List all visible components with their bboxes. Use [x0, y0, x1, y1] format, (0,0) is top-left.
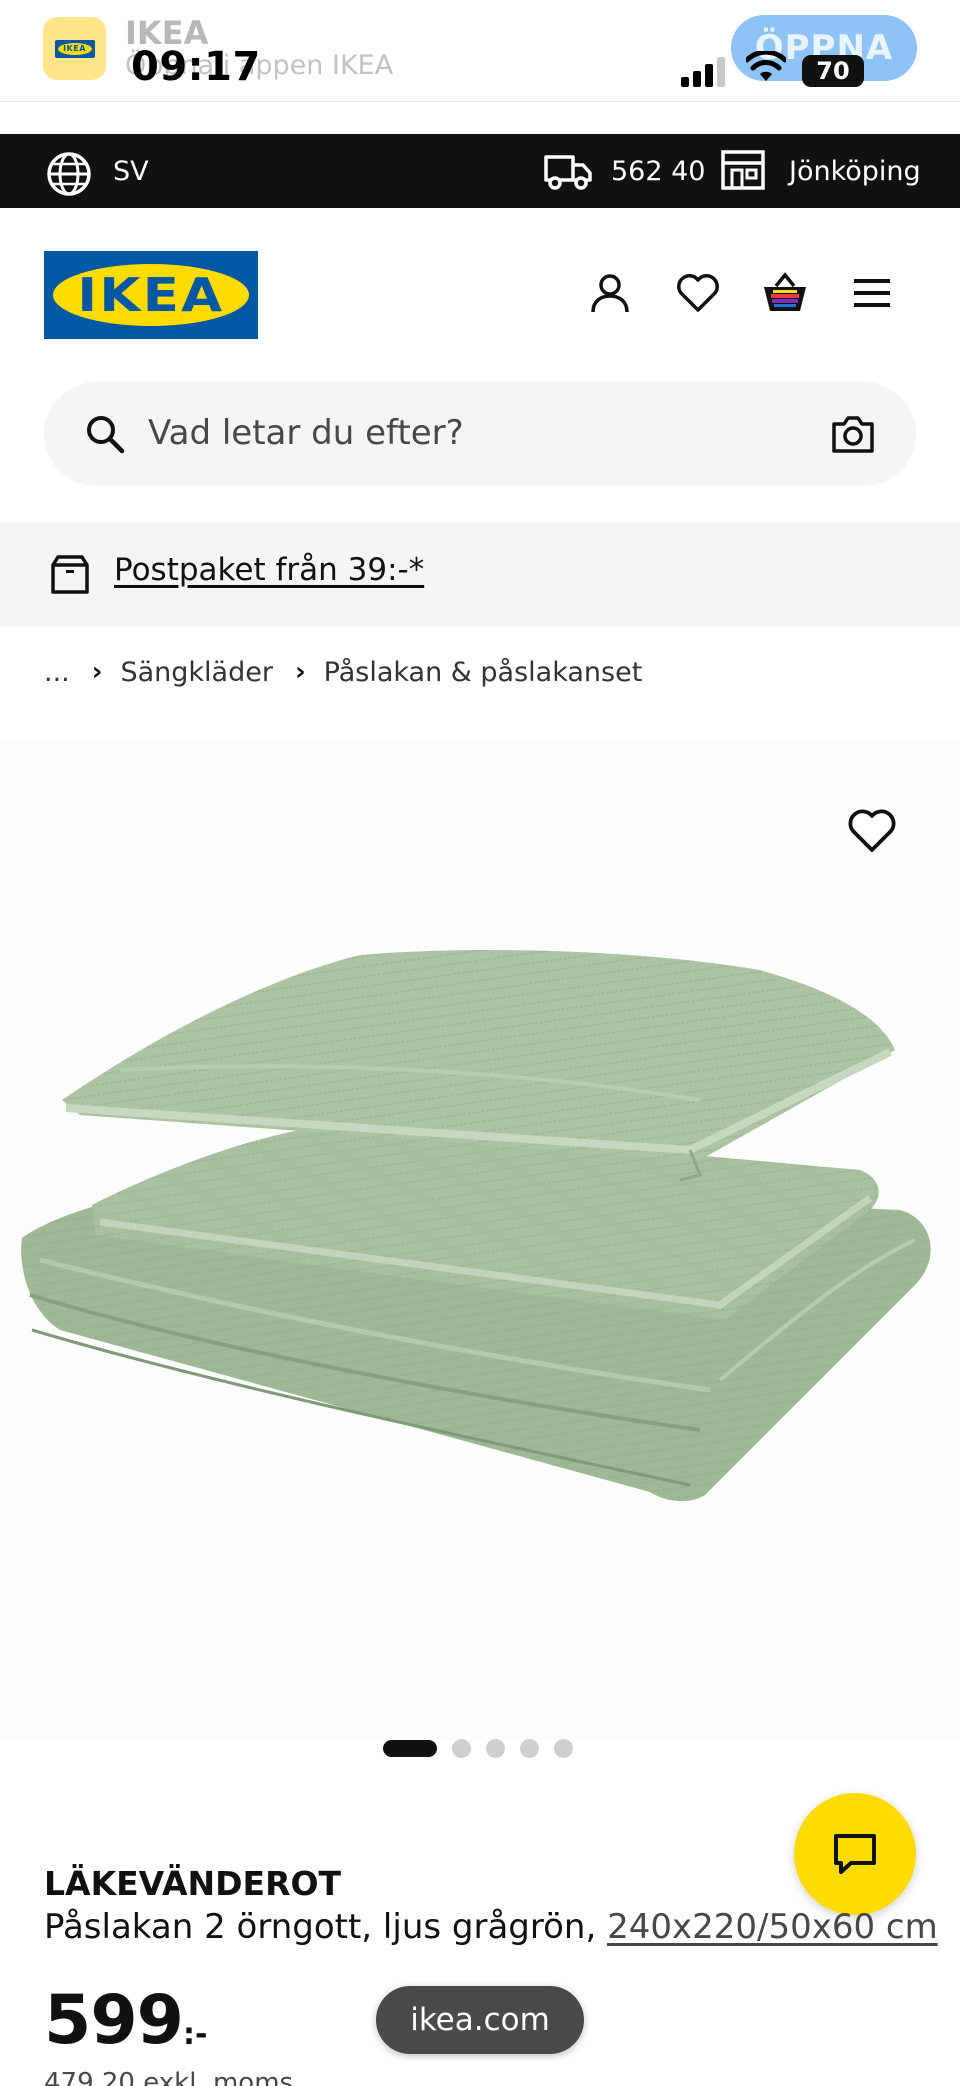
camera-search-icon[interactable] [831, 413, 875, 455]
pagination-dot[interactable] [520, 1738, 539, 1758]
breadcrumb-item-duvet-covers[interactable]: Påslakan & påslakanset [324, 657, 643, 688]
product-name: LÄKEVÄNDEROT [44, 1864, 342, 1903]
postal-code[interactable]: 562 40 [611, 156, 705, 187]
search-input[interactable]: Vad letar du efter? [148, 413, 464, 453]
breadcrumb-item-bedlinen[interactable]: Sängkläder [120, 657, 272, 688]
breadcrumb-ellipsis[interactable]: ... [44, 657, 70, 688]
pagination-dot[interactable] [554, 1738, 573, 1758]
pagination-dot[interactable] [452, 1738, 471, 1758]
promo-link[interactable]: Postpaket från 39:-* [114, 552, 424, 588]
chevron-right-icon: › [294, 657, 306, 687]
price-excl-vat: 479,20 exkl. moms [44, 2068, 294, 2086]
menu-icon[interactable] [849, 270, 895, 316]
chat-button[interactable] [794, 1793, 916, 1915]
search-icon [87, 416, 125, 454]
wifi-icon [746, 51, 786, 81]
product-size-link[interactable]: 240x220/50x60 cm [607, 1907, 938, 1947]
ikea-logo-oval: IKEA [53, 264, 249, 326]
ikea-logo[interactable]: IKEA [44, 251, 258, 339]
battery-indicator: 70 [802, 55, 864, 87]
pagination-dot-active[interactable] [383, 1739, 437, 1757]
add-to-wishlist-icon[interactable] [847, 808, 897, 854]
breadcrumb: ... › Sängkläder › Påslakan & påslakanse… [44, 654, 642, 690]
product-image[interactable] [0, 740, 960, 1740]
gallery-pagination [383, 1737, 573, 1759]
ikea-app-icon[interactable]: IKEA [43, 17, 106, 80]
product-description-text: Påslakan 2 örngott, ljus grågrön, [44, 1907, 597, 1947]
delivery-truck-icon[interactable] [543, 152, 593, 192]
person-icon [591, 274, 629, 313]
chat-bubble-icon [834, 1834, 876, 1874]
search-bar[interactable]: Vad letar du efter? [44, 382, 916, 486]
product-price: 599 :- [44, 1983, 207, 2059]
cellular-signal-icon [681, 57, 725, 87]
price-value: 599 [44, 1981, 184, 2060]
store-icon[interactable] [720, 149, 766, 191]
hamburger-icon [854, 279, 890, 307]
delivery-promo[interactable]: Postpaket från 39:-* [0, 522, 960, 626]
app-banner: IKEA IKEA Öppna i appen IKEA ÖPPNA 09:17… [0, 0, 960, 102]
top-utility-bar: SV 562 40 Jönköping [0, 134, 960, 208]
account-icon[interactable] [587, 270, 633, 316]
product-description: Påslakan 2 örngott, ljus grågrön, 240x22… [44, 1907, 938, 1947]
ikea-mini-logo: IKEA [54, 39, 95, 58]
language-selector[interactable]: SV [113, 156, 149, 187]
store-name[interactable]: Jönköping [789, 156, 921, 187]
shopping-bag-icon[interactable] [762, 270, 808, 316]
favorites-icon[interactable] [675, 270, 721, 316]
pagination-dot[interactable] [486, 1738, 505, 1758]
chevron-right-icon: › [91, 657, 103, 687]
status-time: 09:17 [131, 44, 261, 90]
parcel-icon [51, 555, 89, 594]
globe-icon[interactable] [46, 151, 92, 197]
browser-url-pill[interactable]: ikea.com [376, 1986, 584, 2054]
heart-icon [677, 274, 719, 312]
basket-icon [764, 272, 806, 311]
price-currency: :- [182, 2017, 208, 2052]
